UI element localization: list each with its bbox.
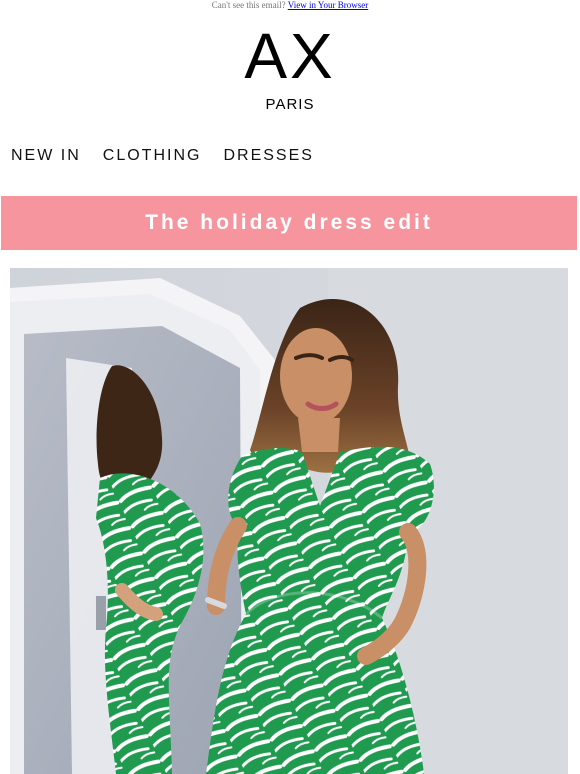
logo-mark: AX	[244, 20, 336, 92]
promo-banner[interactable]: The holiday dress edit	[1, 196, 577, 250]
main-nav: NEW IN CLOTHING DRESSES	[11, 146, 314, 166]
nav-item-clothing[interactable]: CLOTHING	[103, 146, 202, 166]
brand-logo[interactable]: AX PARIS	[214, 20, 366, 118]
view-in-browser-link[interactable]: View in Your Browser	[288, 0, 368, 10]
logo-subtitle: PARIS	[265, 96, 315, 113]
nav-item-new-in[interactable]: NEW IN	[11, 146, 81, 166]
browser-view-bar: Can't see this email? View in Your Brows…	[0, 0, 580, 14]
cant-see-text: Can't see this email?	[211, 0, 286, 10]
promo-banner-text: The holiday dress edit	[145, 211, 433, 234]
nav-item-dresses[interactable]: DRESSES	[223, 146, 313, 166]
hero-image[interactable]	[10, 268, 568, 774]
hero-illustration	[10, 268, 568, 774]
